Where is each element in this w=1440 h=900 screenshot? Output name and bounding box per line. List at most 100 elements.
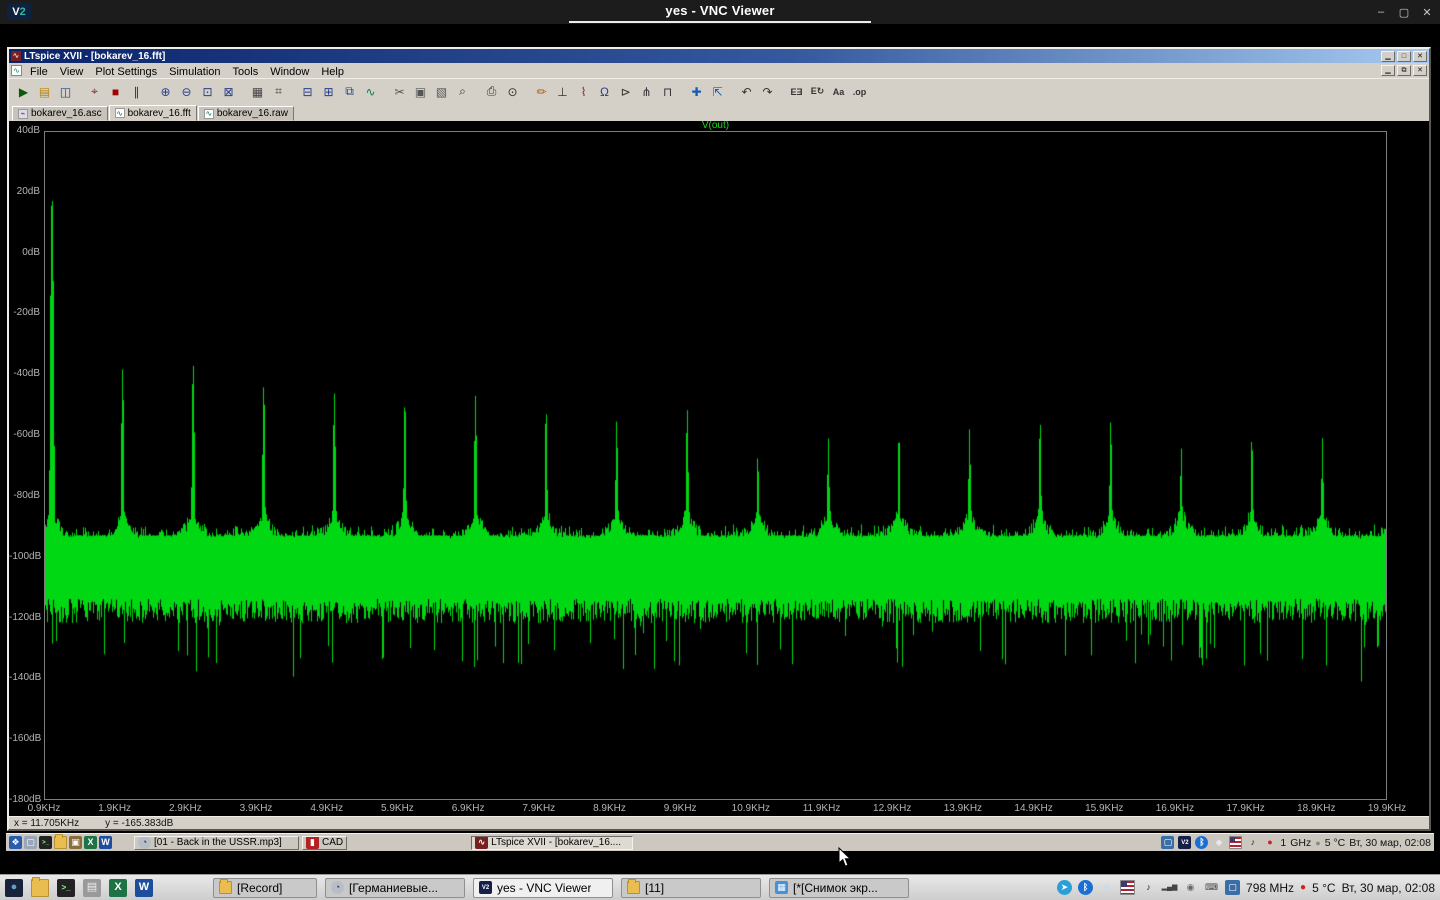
volume-icon[interactable]: ♪ [1246, 836, 1259, 849]
clock[interactable]: Вт, 30 мар, 02:08 [1342, 881, 1435, 895]
package-icon[interactable]: ▣ [69, 836, 82, 849]
vnc-minimize-button[interactable]: – [1374, 6, 1388, 18]
red-indicator-icon[interactable]: ● [1263, 836, 1276, 849]
vnc-maximize-button[interactable]: ▢ [1397, 6, 1411, 19]
us-flag-icon[interactable] [1120, 880, 1135, 895]
mdi-close-button[interactable]: ✕ [1413, 65, 1427, 76]
minimize-button[interactable]: ▁ [1381, 51, 1395, 62]
water-drop-icon[interactable]: ◆ [1212, 836, 1225, 849]
print-preview-icon[interactable]: ⊙ [502, 81, 523, 102]
redo-icon[interactable]: ↷ [757, 81, 778, 102]
find-icon[interactable]: ⌕ [452, 81, 473, 102]
component-icon[interactable]: ⊓ [657, 81, 678, 102]
mdi-minimize-button[interactable]: ▁ [1381, 65, 1395, 76]
display-icon[interactable]: ▢ [1161, 836, 1174, 849]
task-record[interactable]: [Record] [213, 878, 317, 898]
word-icon[interactable]: W [135, 879, 153, 897]
tab-bokarev_16-asc[interactable]: ⌁bokarev_16.asc [12, 106, 108, 121]
terminal-icon[interactable]: >_ [39, 836, 52, 849]
mirror-icon[interactable]: EƎ [786, 81, 807, 102]
menu-item-file[interactable]: File [24, 66, 54, 78]
resistor-icon[interactable]: Ω [594, 81, 615, 102]
show-desktop-icon[interactable]: ▢ [24, 836, 37, 849]
run-icon[interactable]: ▶ [13, 81, 34, 102]
vnc-tray-icon[interactable]: V2 [1178, 836, 1191, 849]
vnc-close-button[interactable]: ✕ [1420, 6, 1434, 19]
excel-icon[interactable]: X [109, 879, 127, 897]
halt-icon[interactable]: ■ [105, 81, 126, 102]
paste-icon[interactable]: ▧ [431, 81, 452, 102]
open-icon[interactable]: ▤ [34, 81, 55, 102]
task-vnc-viewer[interactable]: V2yes - VNC Viewer [473, 878, 613, 898]
drag-icon[interactable]: ⇱ [707, 81, 728, 102]
tile-vertical-icon[interactable]: ⊞ [318, 81, 339, 102]
task-browser[interactable]: ◔[Германиевые... [325, 878, 465, 898]
folder-icon[interactable] [219, 881, 232, 894]
screenshot-tray-icon[interactable]: ◉ [1183, 880, 1198, 895]
menu-item-window[interactable]: Window [264, 66, 315, 78]
spice-directive-icon[interactable]: .op [849, 81, 870, 102]
task-ltspice[interactable]: ∿LTspice XVII - [bokarev_16.... [471, 836, 633, 850]
print-icon[interactable]: ⎙ [481, 81, 502, 102]
diode-icon[interactable]: ⊳ [615, 81, 636, 102]
zoom-in-icon[interactable]: ⊕ [155, 81, 176, 102]
folder-icon[interactable] [627, 881, 640, 894]
cut-icon[interactable]: ✂ [389, 81, 410, 102]
tile-horizontal-icon[interactable]: ⊟ [297, 81, 318, 102]
copy-icon[interactable]: ▣ [410, 81, 431, 102]
image-viewer-icon[interactable]: ▦ [775, 881, 788, 894]
file-manager-folder-icon[interactable] [54, 836, 67, 849]
tab-bokarev_16-fft[interactable]: ∿bokarev_16.fft [109, 105, 197, 121]
file-manager-folder-icon[interactable] [31, 879, 49, 897]
us-flag-icon[interactable] [1229, 836, 1242, 849]
start-icon[interactable]: ● [5, 879, 23, 897]
word-icon[interactable]: W [99, 836, 112, 849]
zoom-out-icon[interactable]: ⊖ [176, 81, 197, 102]
mark-points-icon[interactable]: ⌗ [268, 81, 289, 102]
task-folder-11[interactable]: [11] [621, 878, 761, 898]
printer-icon[interactable]: ▤ [83, 879, 101, 897]
tab-bokarev_16-raw[interactable]: ∿bokarev_16.raw [198, 106, 294, 121]
menu-item-simulation[interactable]: Simulation [163, 66, 226, 78]
task-screenshot[interactable]: ▦[*[Снимок экр... [769, 878, 909, 898]
cad-icon[interactable]: ▮ [306, 836, 319, 849]
task-music-player[interactable]: ◔[01 - Back in the USSR.mp3] [134, 836, 299, 850]
excel-icon[interactable]: X [84, 836, 97, 849]
zoom-area-icon[interactable]: ⊠ [218, 81, 239, 102]
control-panel-icon[interactable]: ⌖ [84, 81, 105, 102]
bluetooth-icon[interactable]: ᛒ [1078, 880, 1093, 895]
trace-label[interactable]: V(out) [44, 121, 1387, 131]
menu-item-view[interactable]: View [54, 66, 90, 78]
rotate-icon[interactable]: E↻ [807, 81, 828, 102]
volume-icon[interactable]: ♪ [1141, 880, 1156, 895]
telegram-icon[interactable]: ➤ [1057, 880, 1072, 895]
undo-icon[interactable]: ↶ [736, 81, 757, 102]
add-pane-icon[interactable]: ∿ [360, 81, 381, 102]
ltspice-icon[interactable]: ∿ [475, 836, 488, 849]
save-icon[interactable]: ◫ [55, 81, 76, 102]
menu-item-plot-settings[interactable]: Plot Settings [89, 66, 163, 78]
zoom-full-icon[interactable]: ⊡ [197, 81, 218, 102]
bluetooth-icon[interactable]: ᛒ [1195, 836, 1208, 849]
vnc-icon[interactable]: V2 [479, 881, 492, 894]
clock[interactable]: Вт, 30 мар, 02:08 [1349, 837, 1431, 849]
mdi-restore-button[interactable]: ⧉ [1397, 65, 1411, 76]
ground-icon[interactable]: ⊥ [552, 81, 573, 102]
water-drop-icon[interactable]: ◆ [1099, 880, 1114, 895]
menu-item-help[interactable]: Help [315, 66, 350, 78]
text-icon[interactable]: Aa [828, 81, 849, 102]
menu-item-tools[interactable]: Tools [227, 66, 265, 78]
display-icon[interactable]: ▢ [1225, 880, 1240, 895]
start-icon[interactable]: ❖ [9, 836, 22, 849]
fft-plot-canvas[interactable] [45, 132, 1386, 799]
waveform-pane[interactable]: V(out) 40dB20dB0dB-20dB-40dB-60dB-80dB-1… [9, 121, 1429, 816]
vnc-connection-tab[interactable]: yes - VNC Viewer [569, 0, 871, 23]
task-cad[interactable]: ▮CAD [302, 836, 347, 850]
media-player-icon[interactable]: ◔ [138, 836, 151, 849]
browser-globe-icon[interactable]: ◔ [331, 881, 344, 894]
label-net-icon[interactable]: ⌇ [573, 81, 594, 102]
keyboard-icon[interactable]: ⌨ [1204, 880, 1219, 895]
terminal-icon[interactable]: >_ [57, 879, 75, 897]
transistor-icon[interactable]: ⋔ [636, 81, 657, 102]
maximize-button[interactable]: □ [1397, 51, 1411, 62]
